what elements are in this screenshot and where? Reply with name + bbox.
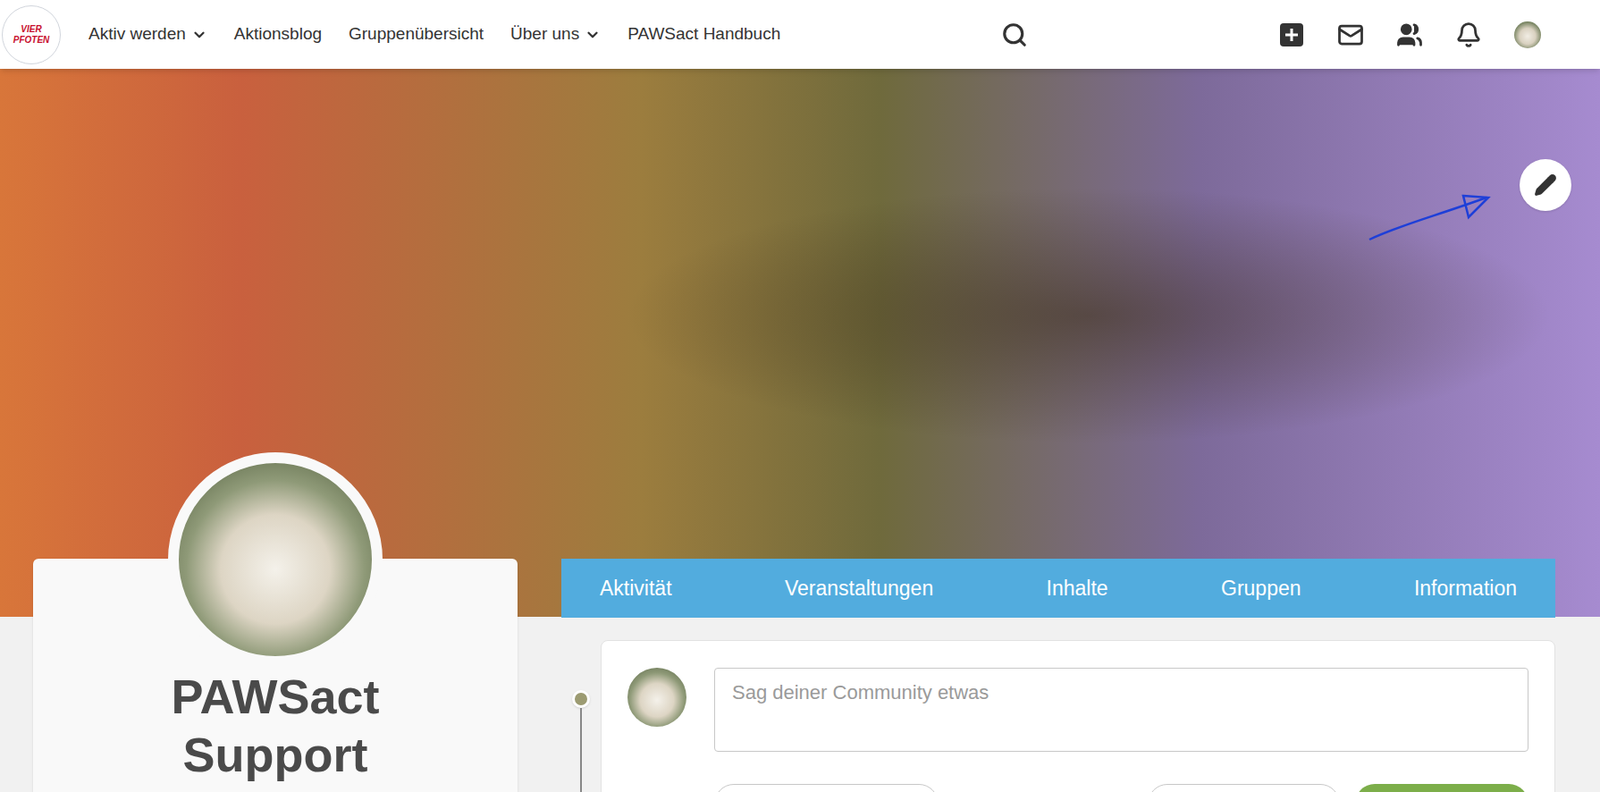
post-button[interactable]: [1355, 783, 1529, 792]
edit-cover-button[interactable]: [1519, 159, 1572, 211]
page: VIER PFOTEN Aktiv werden Aktionsblog Gruppe…: [0, 0, 1600, 792]
nav-item[interactable]: Über uns: [510, 21, 601, 48]
profile-card: PAWSact Support: [33, 558, 518, 792]
timeline-line: [580, 707, 582, 792]
plus-square-icon[interactable]: [1278, 21, 1306, 49]
mail-icon[interactable]: [1337, 21, 1365, 49]
profile-tab[interactable]: Information: [1414, 572, 1517, 605]
composer-avatar: [627, 667, 687, 727]
main-nav: Aktiv werden Aktionsblog Gruppenübersicht Ü…: [88, 21, 781, 48]
timeline-dot: [572, 690, 590, 708]
group-icon[interactable]: [1396, 21, 1424, 49]
composer-actions: [627, 783, 1529, 792]
caret-icon: [191, 26, 208, 43]
search-icon[interactable]: [1001, 21, 1028, 49]
top-nav: VIER PFOTEN Aktiv werden Aktionsblog Gruppe…: [0, 0, 1600, 69]
nav-item[interactable]: Aktionsblog: [234, 21, 322, 48]
pencil-icon: [1533, 173, 1558, 197]
main-column: Aktivität Veranstaltungen Inhalte Gruppen In…: [561, 558, 1556, 792]
logo-text: VIER PFOTEN: [8, 24, 54, 46]
composer-option-button[interactable]: [1147, 783, 1340, 792]
bell-icon[interactable]: [1455, 21, 1483, 49]
nav-item[interactable]: Gruppenübersicht: [348, 21, 484, 48]
profile-avatar[interactable]: [168, 452, 383, 667]
profile-tabs: Aktivität Veranstaltungen Inhalte Gruppen In…: [561, 558, 1556, 618]
profile-tab[interactable]: Gruppen: [1221, 572, 1302, 605]
composer-input[interactable]: Sag deiner Community etwas: [714, 667, 1529, 752]
content-row: PAWSact Support Aktivität Veranstaltungen I…: [0, 558, 1600, 792]
activity-row: Sag deiner Community etwas: [561, 640, 1556, 792]
nav-item[interactable]: Aktiv werden: [88, 21, 208, 48]
user-avatar[interactable]: [1514, 21, 1542, 49]
logo[interactable]: VIER PFOTEN: [1, 5, 61, 65]
caret-icon: [584, 26, 601, 43]
composer-option-button[interactable]: [714, 783, 939, 792]
profile-tab[interactable]: Veranstaltungen: [784, 572, 934, 605]
timeline: [561, 640, 601, 792]
profile-tab[interactable]: Inhalte: [1046, 572, 1109, 605]
nav-item[interactable]: PAWSact Handbuch: [627, 21, 781, 48]
profile-tab[interactable]: Aktivität: [599, 572, 673, 605]
composer-card: Sag deiner Community etwas: [600, 640, 1556, 792]
profile-name: PAWSact Support: [114, 667, 437, 784]
header-actions: [1278, 21, 1542, 49]
annotation-arrow-icon: [1363, 185, 1498, 248]
